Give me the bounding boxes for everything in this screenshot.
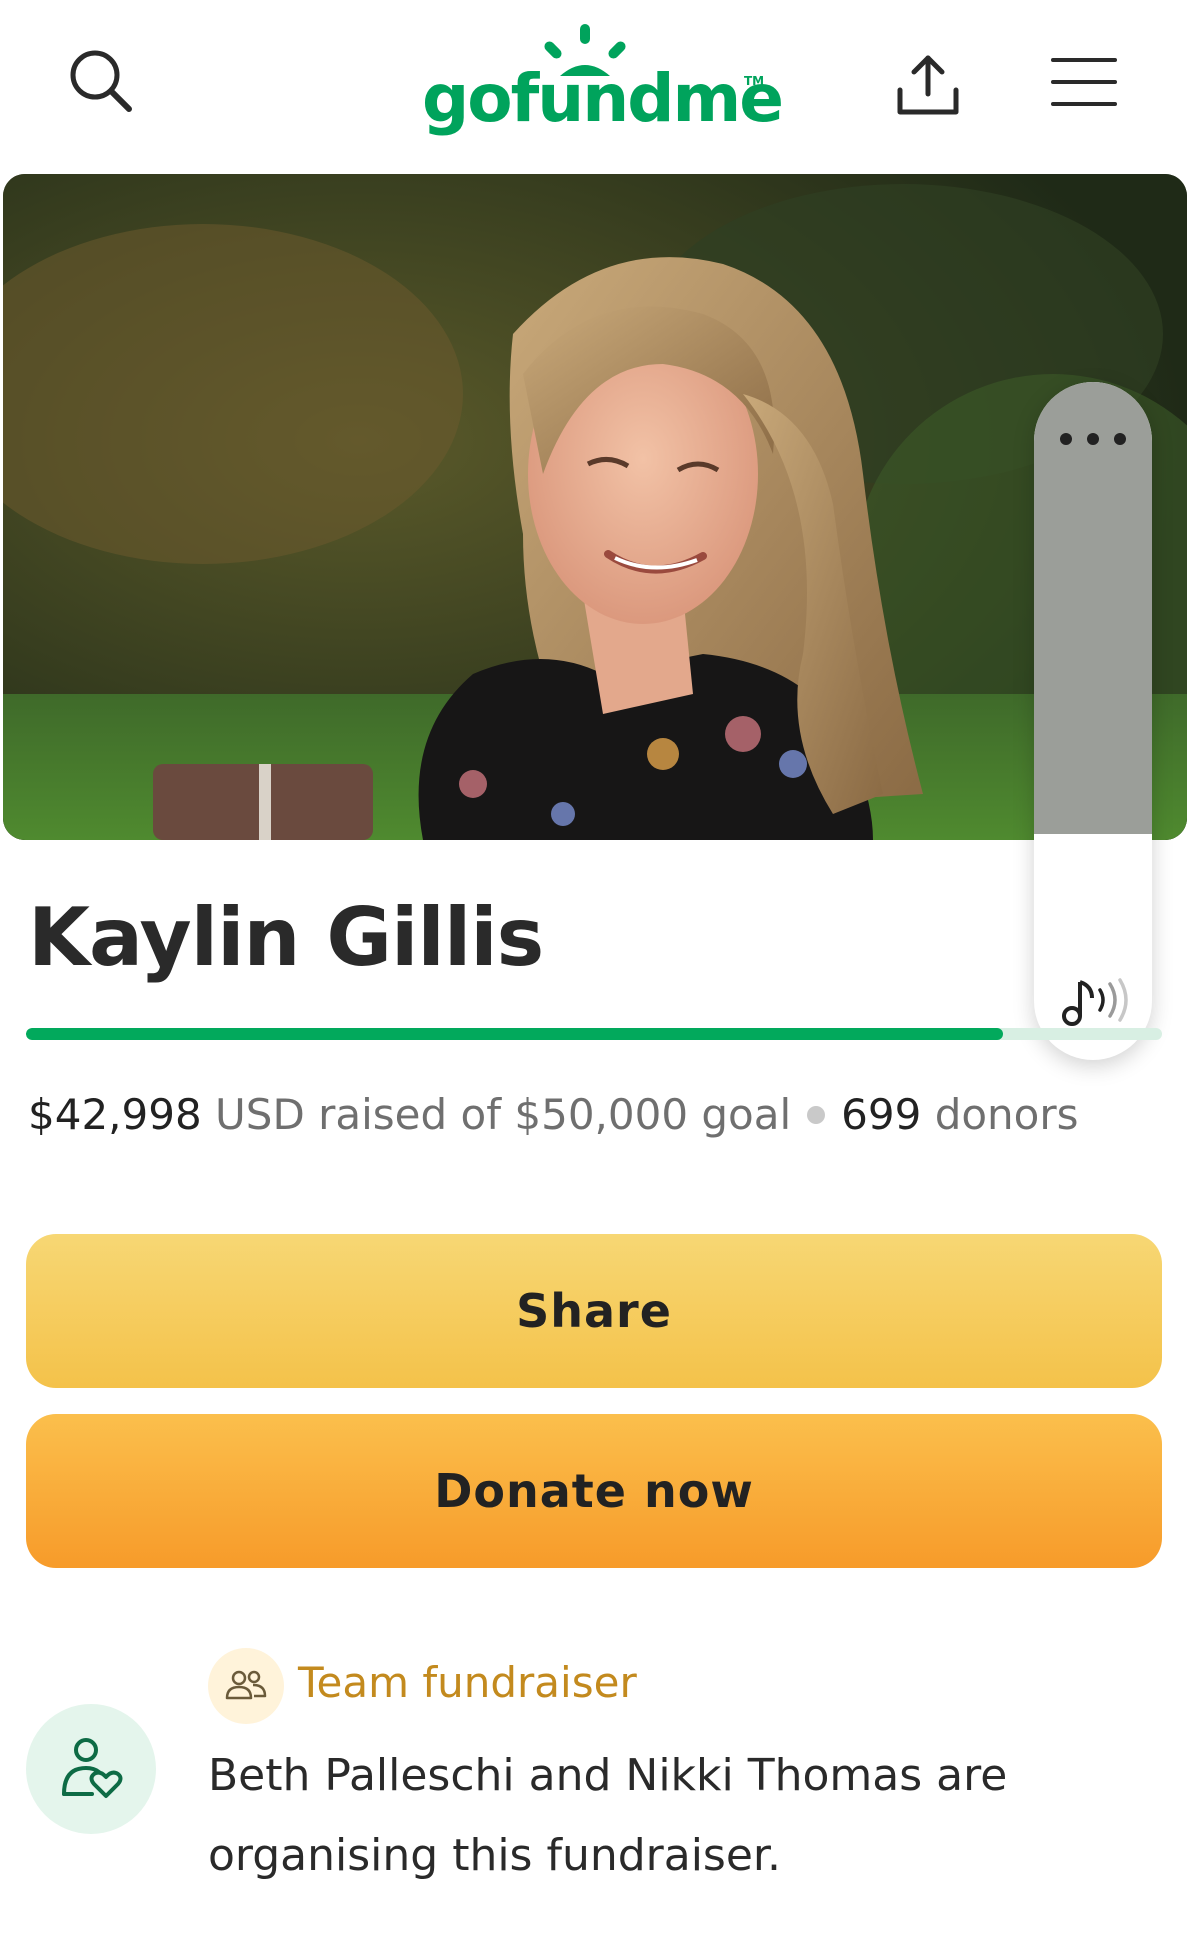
audio-note-icon[interactable] [1058,972,1130,1032]
menu-button[interactable] [1036,50,1132,114]
progress-bar-fill [26,1028,1003,1040]
team-people-icon [208,1648,284,1724]
gofundme-logo[interactable]: gofundme TM [410,18,784,148]
donor-count: 699 [841,1090,922,1139]
donate-now-button[interactable]: Donate now [26,1414,1162,1568]
donation-stats: $42,998 USD raised of $50,000 goal 699 do… [28,1090,1079,1140]
organizer-description: Beth Palleschi and Nikki Thomas are orga… [208,1750,1008,1881]
person-heart-icon [26,1704,156,1834]
more-dots-icon[interactable] [1060,424,1126,454]
donor-label: donors [921,1090,1079,1139]
share-upload-icon [897,55,959,115]
logo-trademark: TM [744,74,765,88]
audio-volume-widget[interactable] [1034,382,1152,1060]
header-share-button[interactable] [880,42,976,130]
hamburger-menu-icon [1051,58,1117,106]
team-fundraiser-label: Team fundraiser [298,1658,637,1707]
logo-wordmark: gofundme [422,60,784,137]
search-icon [70,50,132,112]
campaign-title: Kaylin Gillis [28,891,544,984]
fundraiser-page: gofundme TM Kaylin Gillis $42,998 USD ra… [0,0,1200,1939]
raised-amount: $42,998 [28,1090,202,1139]
fundraiser-photo [3,174,1187,840]
search-button[interactable] [62,42,140,120]
share-button[interactable]: Share [26,1234,1162,1388]
top-header: gofundme TM [0,0,1200,170]
progress-bar [26,1028,1162,1040]
separator-dot [807,1105,826,1124]
raised-goal-text: USD raised of $50,000 goal [201,1090,792,1139]
